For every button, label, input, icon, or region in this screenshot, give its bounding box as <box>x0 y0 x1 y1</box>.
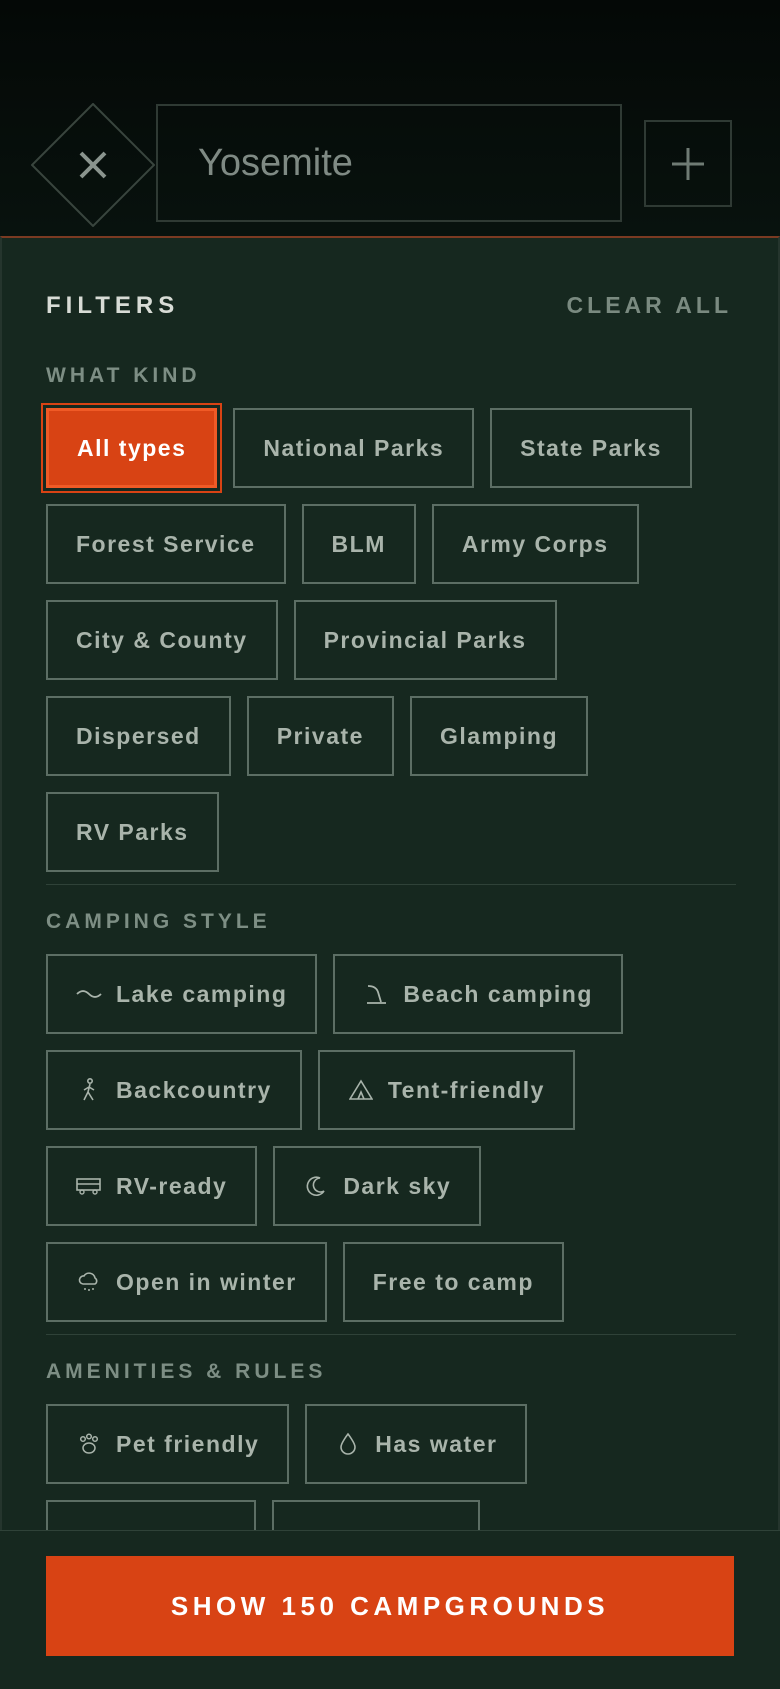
beach-icon <box>363 981 389 1007</box>
chip-label: Has water <box>375 1430 498 1457</box>
paw-icon <box>76 1431 102 1457</box>
chip-dispersed[interactable]: Dispersed <box>46 696 231 776</box>
chip-blm[interactable]: BLM <box>301 504 416 584</box>
chip-row: Dispersed Private Glamping <box>46 696 588 776</box>
chip-row: RV-ready Dark sky <box>46 1146 482 1226</box>
chip-label: BLM <box>331 530 386 557</box>
chip-dark-sky[interactable]: Dark sky <box>273 1146 482 1226</box>
chip-open-in-winter[interactable]: Open in winter <box>46 1242 327 1322</box>
add-button[interactable] <box>644 120 732 207</box>
chip-row: Forest Service BLM Army Corps <box>46 504 639 584</box>
chip-tent-friendly[interactable]: Tent-friendly <box>317 1050 575 1130</box>
wave-icon <box>76 981 102 1007</box>
snow-cloud-icon <box>76 1269 102 1295</box>
chip-row: Backcountry Tent-friendly <box>46 1050 575 1130</box>
section-divider <box>46 1334 736 1335</box>
chip-label: Private <box>276 722 364 749</box>
chip-army-corps[interactable]: Army Corps <box>431 504 639 584</box>
close-button[interactable] <box>30 102 156 228</box>
chip-label: City & County <box>76 626 248 653</box>
clear-all-button[interactable]: CLEAR ALL <box>567 292 732 319</box>
chip-label: Glamping <box>439 722 558 749</box>
chip-has-water[interactable]: Has water <box>305 1404 528 1484</box>
chip-private[interactable]: Private <box>246 696 394 776</box>
chip-forest-service[interactable]: Forest Service <box>46 504 286 584</box>
chip-label: Provincial Parks <box>323 626 527 653</box>
search-header: Yosemite <box>0 0 780 236</box>
chip-label: Beach camping <box>403 980 593 1007</box>
chip-label: State Parks <box>520 434 662 461</box>
chip-all-types[interactable]: All types <box>46 408 218 488</box>
search-input[interactable]: Yosemite <box>156 104 622 222</box>
chip-city-county[interactable]: City & County <box>46 600 278 680</box>
section-divider <box>46 884 736 885</box>
chip-label: National Parks <box>263 434 445 461</box>
chip-lake-camping[interactable]: Lake camping <box>46 954 318 1034</box>
section-label-what-kind: WHAT KIND <box>46 364 201 387</box>
section-label-camping-style: CAMPING STYLE <box>46 910 271 933</box>
filters-title: FILTERS <box>46 292 180 319</box>
chip-pet-friendly[interactable]: Pet friendly <box>46 1404 290 1484</box>
chip-row: All types National Parks State Parks <box>46 408 692 488</box>
plus-icon <box>672 147 704 180</box>
chip-label: Dispersed <box>76 722 201 749</box>
chip-rv-parks[interactable]: RV Parks <box>46 792 219 872</box>
chip-rv-ready[interactable]: RV-ready <box>46 1146 258 1226</box>
chip-row: RV Parks <box>46 792 219 872</box>
chip-row: Open in winter Free to camp <box>46 1242 564 1322</box>
chip-label: RV-ready <box>116 1172 228 1199</box>
chip-provincial-parks[interactable]: Provincial Parks <box>293 600 557 680</box>
section-label-amenities: AMENITIES & RULES <box>46 1360 327 1383</box>
rv-icon <box>76 1173 102 1199</box>
chip-beach-camping[interactable]: Beach camping <box>333 954 623 1034</box>
chip-state-parks[interactable]: State Parks <box>490 408 692 488</box>
chip-free-to-camp[interactable]: Free to camp <box>342 1242 564 1322</box>
chip-row: City & County Provincial Parks <box>46 600 557 680</box>
chip-label: Backcountry <box>116 1076 272 1103</box>
chip-label: Lake camping <box>116 980 288 1007</box>
chip-row: Lake camping Beach camping <box>46 954 623 1034</box>
chip-label: Army Corps <box>461 530 609 557</box>
chip-backcountry[interactable]: Backcountry <box>46 1050 302 1130</box>
chip-glamping[interactable]: Glamping <box>409 696 588 776</box>
chip-label: Forest Service <box>76 530 256 557</box>
chip-row: Pet friendly Has water <box>46 1404 528 1484</box>
close-icon <box>30 102 156 228</box>
filters-panel: FILTERS CLEAR ALL WHAT KIND All types Na… <box>0 236 780 1688</box>
show-campgrounds-button[interactable]: SHOW 150 CAMPGROUNDS <box>46 1556 734 1656</box>
chip-label: Dark sky <box>343 1172 452 1199</box>
water-drop-icon <box>335 1431 361 1457</box>
tent-icon <box>348 1077 374 1103</box>
chip-national-parks[interactable]: National Parks <box>233 408 475 488</box>
chip-label: RV Parks <box>76 818 189 845</box>
chip-label: All types <box>77 434 187 461</box>
chip-label: Tent-friendly <box>387 1076 545 1103</box>
moon-icon <box>303 1173 329 1199</box>
hiker-icon <box>76 1077 102 1103</box>
chip-label: Free to camp <box>372 1268 534 1295</box>
chip-label: Pet friendly <box>116 1430 260 1457</box>
chip-label: Open in winter <box>116 1268 297 1295</box>
